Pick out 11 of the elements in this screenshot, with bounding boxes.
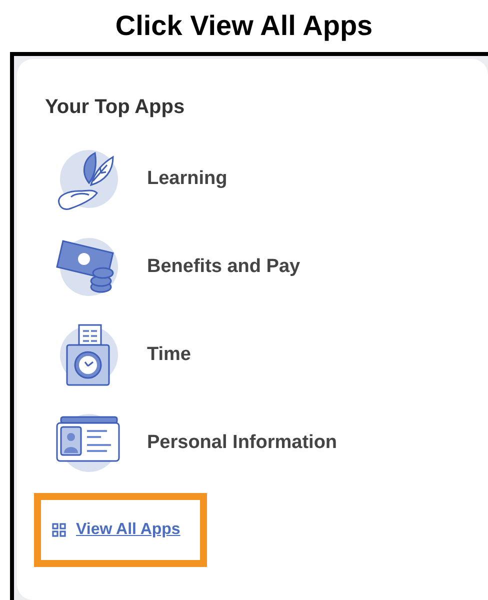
leaf-in-hand-icon — [55, 147, 121, 211]
id-card-icon — [55, 411, 121, 475]
view-all-apps-link[interactable]: View All Apps — [41, 500, 200, 560]
app-link[interactable]: Benefits and Pay — [147, 252, 300, 282]
app-link[interactable]: Time — [147, 340, 192, 370]
cash-and-coins-icon — [55, 235, 121, 299]
caption: Click View All Apps — [115, 9, 373, 43]
app-link[interactable]: Learning — [147, 164, 228, 194]
card-title: Your Top Apps — [45, 95, 186, 120]
app-link[interactable]: Personal Information — [147, 428, 338, 458]
grid-icon — [52, 523, 66, 537]
